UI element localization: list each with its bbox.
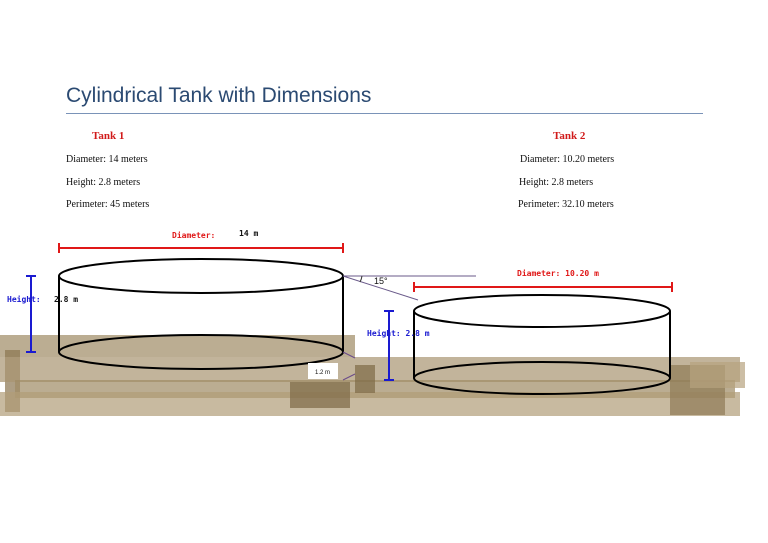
angle-label: 15° <box>374 276 388 286</box>
tank1-height-label: Height: <box>7 294 41 304</box>
tank1-diameter-value: 14 m <box>239 229 258 238</box>
tank-drawing: Diameter: 14 m Height: 2.8 m 15° 1.2 m D… <box>0 229 745 416</box>
gap-label: 1.2 m <box>315 370 330 376</box>
tank2-diameter-label: Diameter: 10.20 m <box>517 268 599 278</box>
tank2-diameter-dimension <box>413 282 673 292</box>
tank1-diameter-label: Diameter: <box>172 230 215 240</box>
tank1-height-value: 2.8 m <box>54 295 78 304</box>
tank1-diameter-dimension <box>58 243 344 253</box>
tank2-height-label: Height: 2.8 m <box>367 328 430 338</box>
ground-foundation <box>0 335 745 416</box>
